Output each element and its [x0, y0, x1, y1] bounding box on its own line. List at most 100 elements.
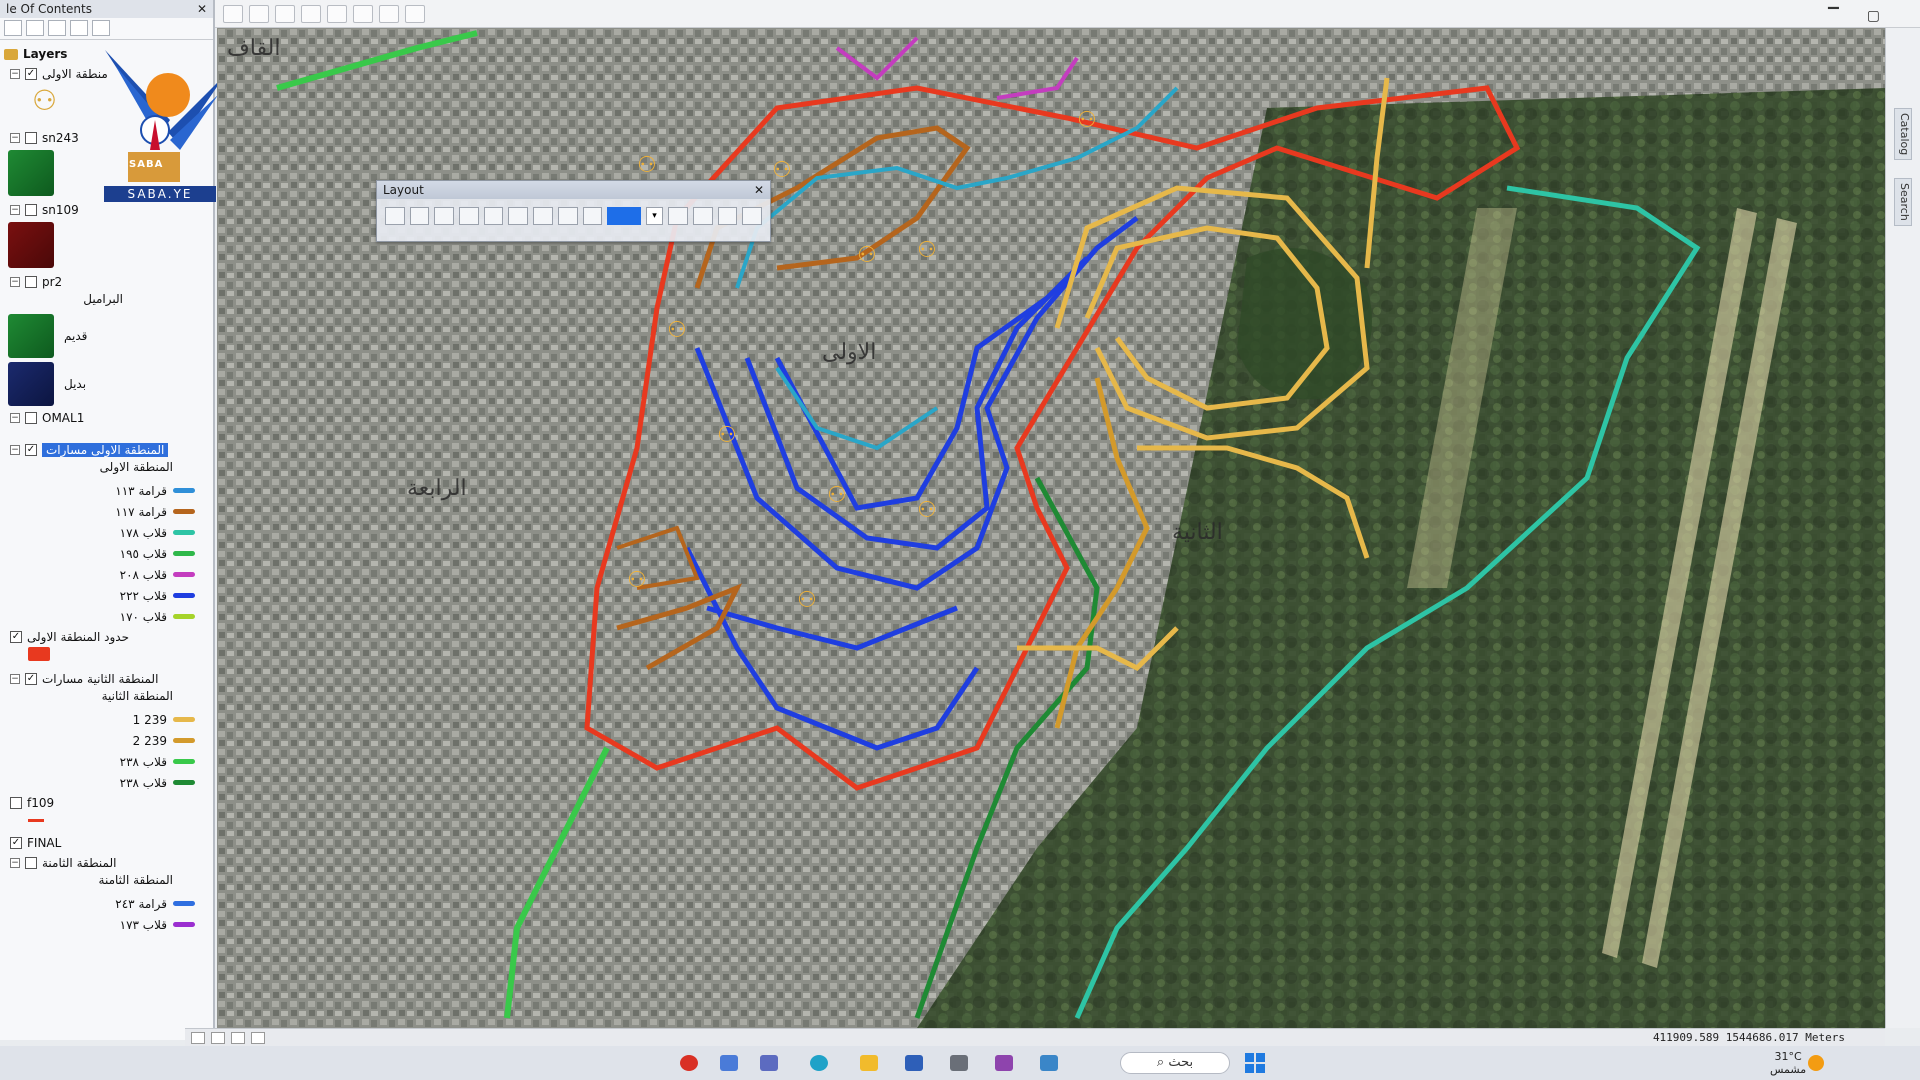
zoom-100-icon[interactable] [483, 207, 504, 225]
windows-start-icon[interactable] [1245, 1053, 1265, 1073]
data-view-icon[interactable] [191, 1031, 205, 1044]
data-driven-pages-icon[interactable] [742, 207, 763, 225]
close-icon[interactable]: ✕ [197, 2, 207, 16]
minimize-icon[interactable]: ▔ [1828, 8, 1839, 24]
toggle-draft-mode-icon[interactable] [668, 207, 688, 225]
pedestrian-marker-icon[interactable]: ⚇ [917, 498, 937, 523]
map-view[interactable]: الاولى الثانية الرابعة القاف ⚇ ⚇ ⚇ ⚇ ⚇ ⚇… [217, 28, 1885, 1028]
zoom-percent-input[interactable] [607, 207, 641, 225]
collapse-icon[interactable]: − [10, 445, 20, 455]
symbol-row: قلاب ١٩٥ [4, 543, 213, 564]
collapse-icon[interactable]: − [10, 69, 20, 79]
pedestrian-marker-icon[interactable]: ⚇ [917, 238, 937, 263]
layer-f109[interactable]: f109 [4, 793, 213, 813]
refresh-icon[interactable] [231, 1031, 245, 1044]
app-icon[interactable] [1040, 1055, 1058, 1071]
app-icon[interactable] [905, 1055, 923, 1071]
layer-zone1-border[interactable]: ✓ حدود المنطقة الاولى [4, 627, 213, 647]
pedestrian-marker-icon[interactable]: ⚇ [667, 318, 687, 343]
layout-toolbar-titlebar[interactable]: Layout ✕ [377, 181, 770, 199]
layer-visibility-checkbox[interactable] [10, 797, 22, 809]
layer-zone2-paths[interactable]: − ✓ المنطقة الثانية مسارات [4, 669, 213, 689]
status-bar: 411909.589 1544686.017 Meters [185, 1028, 1885, 1046]
dock-tab-catalog[interactable]: Catalog [1894, 108, 1912, 161]
chevron-down-icon[interactable]: ▾ [645, 207, 664, 225]
list-by-source-icon[interactable] [26, 20, 44, 36]
symbol-row: قلاب ٢٣٨ [4, 751, 213, 772]
taskbar: بحث ⌕ 31°C مشمس [0, 1046, 1920, 1080]
line-symbol-swatch [173, 551, 195, 556]
file-explorer-icon[interactable] [860, 1055, 878, 1071]
pedestrian-marker-icon[interactable]: ⚇ [717, 423, 737, 448]
layer-visibility-checkbox[interactable] [25, 204, 37, 216]
zoom-in-icon[interactable] [385, 207, 405, 225]
change-layout-icon[interactable] [717, 207, 738, 225]
list-by-visibility-icon[interactable] [48, 20, 66, 36]
zoom-whole-page-icon[interactable] [459, 207, 479, 225]
layer-visibility-checkbox[interactable]: ✓ [25, 444, 37, 456]
app-icon[interactable] [720, 1055, 738, 1071]
pedestrian-marker-icon[interactable]: ⚇ [627, 568, 647, 593]
pan-icon[interactable] [434, 207, 455, 225]
pedestrian-marker-icon[interactable]: ⚇ [637, 153, 657, 178]
layer-label: المنطقة الثانية مسارات [42, 672, 159, 686]
toolbar-button-identify[interactable] [223, 4, 243, 23]
focus-data-frame-icon[interactable] [693, 207, 713, 225]
layout-view-icon[interactable] [211, 1031, 225, 1044]
layer-visibility-checkbox[interactable] [25, 276, 37, 288]
app-icon[interactable] [760, 1055, 778, 1071]
layer-visibility-checkbox[interactable]: ✓ [10, 631, 22, 643]
symbol-row: قلاب ٢٢٢ [4, 585, 213, 606]
list-by-drawing-order-icon[interactable] [4, 20, 22, 36]
layer-omal1[interactable]: − OMAL1 [4, 408, 213, 428]
collapse-icon[interactable]: − [10, 858, 20, 868]
layer-visibility-checkbox[interactable] [25, 132, 37, 144]
fixed-zoom-out-icon[interactable] [533, 207, 553, 225]
app-icon[interactable] [950, 1055, 968, 1071]
layer-pr2[interactable]: − pr2 [4, 272, 213, 292]
collapse-icon[interactable]: − [10, 205, 20, 215]
toolbar-button-find[interactable] [275, 4, 295, 23]
pedestrian-marker-icon[interactable]: ⚇ [772, 158, 792, 183]
tray-weather[interactable]: 31°C مشمس [1770, 1050, 1806, 1076]
pedestrian-marker-icon[interactable]: ⚇ [827, 483, 847, 508]
list-by-selection-icon[interactable] [70, 20, 88, 36]
fixed-zoom-in-icon[interactable] [508, 207, 529, 225]
toolbar-button-goto-xy[interactable] [353, 4, 373, 23]
options-icon[interactable] [92, 20, 110, 36]
map-canvas[interactable] [217, 28, 1885, 1028]
layout-toolbar[interactable]: Layout ✕ ▾ [376, 180, 771, 242]
layer-visibility-checkbox[interactable]: ✓ [25, 68, 37, 80]
taskbar-search[interactable]: بحث ⌕ [1120, 1052, 1230, 1074]
pause-drawing-icon[interactable] [251, 1031, 265, 1044]
layer-visibility-checkbox[interactable] [25, 412, 37, 424]
app-icon[interactable] [995, 1055, 1013, 1071]
pedestrian-marker-icon[interactable]: ⚇ [857, 243, 877, 268]
toolbar-button-measure[interactable] [301, 4, 321, 23]
close-icon[interactable]: ✕ [754, 181, 764, 199]
layer-label: FINAL [27, 836, 62, 850]
collapse-icon[interactable]: − [10, 674, 20, 684]
collapse-icon[interactable]: − [10, 133, 20, 143]
restore-icon[interactable]: ▢ [1867, 8, 1880, 24]
toolbar-button-html-popup[interactable] [405, 4, 425, 23]
toolbar-button-info[interactable] [249, 4, 269, 23]
back-extent-icon[interactable] [557, 207, 578, 225]
layer-visibility-checkbox[interactable]: ✓ [25, 673, 37, 685]
pedestrian-marker-icon[interactable]: ⚇ [1077, 108, 1097, 133]
collapse-icon[interactable]: − [10, 413, 20, 423]
layer-visibility-checkbox[interactable]: ✓ [10, 837, 22, 849]
edge-icon[interactable] [810, 1055, 828, 1071]
zoom-out-icon[interactable] [409, 207, 430, 225]
chrome-icon[interactable] [680, 1055, 698, 1071]
layer-zone1-paths[interactable]: − ✓ المنطقة الاولى مسارات [4, 440, 213, 460]
collapse-icon[interactable]: − [10, 277, 20, 287]
layer-zone8[interactable]: − المنطقة الثامنة [4, 853, 213, 873]
dock-tab-search[interactable]: Search [1894, 178, 1912, 226]
toolbar-button-time-slider[interactable] [379, 4, 399, 23]
pedestrian-marker-icon[interactable]: ⚇ [797, 588, 817, 613]
layer-visibility-checkbox[interactable] [25, 857, 37, 869]
toolbar-button-binoculars[interactable] [327, 4, 347, 23]
forward-extent-icon[interactable] [582, 207, 603, 225]
layer-final[interactable]: ✓ FINAL [4, 833, 213, 853]
